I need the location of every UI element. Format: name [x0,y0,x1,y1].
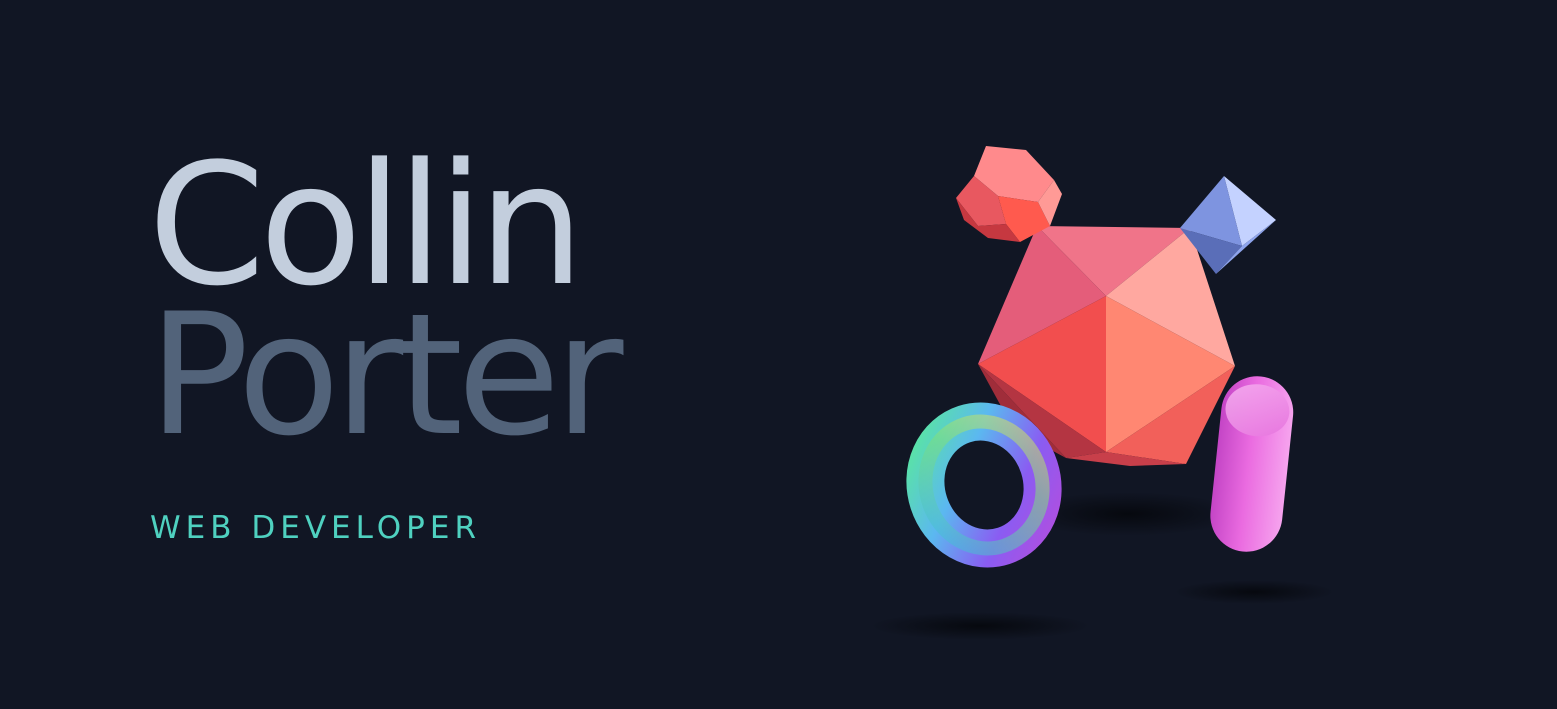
hero-role: WEB DEVELOPER [150,510,481,546]
dodecahedron-shape[interactable] [956,146,1062,242]
hero-last-name: Porter [148,277,623,473]
capsule-shape[interactable] [1207,373,1297,556]
torus-shape[interactable] [906,402,1062,568]
hero-page: Collin Porter WEB DEVELOPER [0,0,1557,709]
hero-name: Collin Porter [148,141,623,473]
torus-shadow [870,612,1090,640]
3d-scene[interactable] [780,80,1400,660]
capsule-shadow [1174,580,1334,604]
